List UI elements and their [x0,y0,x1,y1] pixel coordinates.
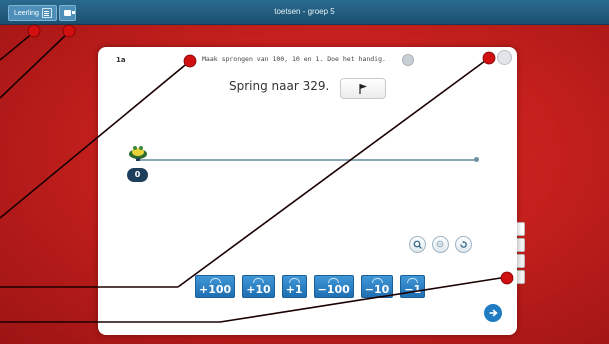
jump-plus-100-button[interactable]: +100 [195,275,236,298]
leerling-menu-button[interactable]: Leerling [8,5,57,21]
jump-label: +1 [285,283,303,296]
jump-label: −1 [404,283,422,296]
jump-label: +100 [199,283,232,296]
jump-label: −10 [364,283,390,296]
leerling-label: Leerling [14,9,39,17]
question-card: 1a Maak sprongen van 100, 10 en 1. Doe h… [98,47,517,335]
zoom-out-icon [436,240,444,248]
jump-minus-10-button[interactable]: −10 [360,275,394,298]
window-title: toetsen - groep 5 [274,7,335,16]
number-line-end [474,157,479,162]
jump-buttons: +100 +10 +1 −100 −10 −1 [195,275,426,298]
jump-label: +10 [246,283,271,296]
zoom-out-button[interactable] [432,236,449,253]
menu-icon [41,8,52,18]
question-number: 1a [116,56,126,64]
annotation-dot [62,24,76,38]
flag-button[interactable] [340,78,386,99]
top-bar: toetsen - groep 5 Leerling [0,0,609,25]
zoom-in-button[interactable] [409,236,426,253]
jump-plus-10-button[interactable]: +10 [242,275,275,298]
zoom-in-icon [413,240,422,249]
start-label: 0 [127,168,148,182]
jump-minus-1-button[interactable]: −1 [400,275,426,298]
undo-icon [460,240,467,248]
audio-icon[interactable] [402,54,414,66]
reset-button[interactable] [455,236,472,253]
frog-icon[interactable] [127,143,149,161]
jump-label: −100 [317,283,350,296]
annotation-dot [27,24,41,38]
task-text: Spring naar 329. [229,79,330,93]
flag-icon [359,83,367,94]
help-icon[interactable] [497,50,512,65]
number-line [138,159,478,161]
next-button[interactable] [484,304,502,322]
window-mode-button[interactable] [59,5,76,21]
instruction-text: Maak sprongen van 100, 10 en 1. Doe het … [202,55,386,63]
jump-plus-1-button[interactable]: +1 [281,275,307,298]
jump-minus-100-button[interactable]: −100 [313,275,354,298]
arrow-right-icon [489,309,498,317]
window-icon [64,10,75,16]
